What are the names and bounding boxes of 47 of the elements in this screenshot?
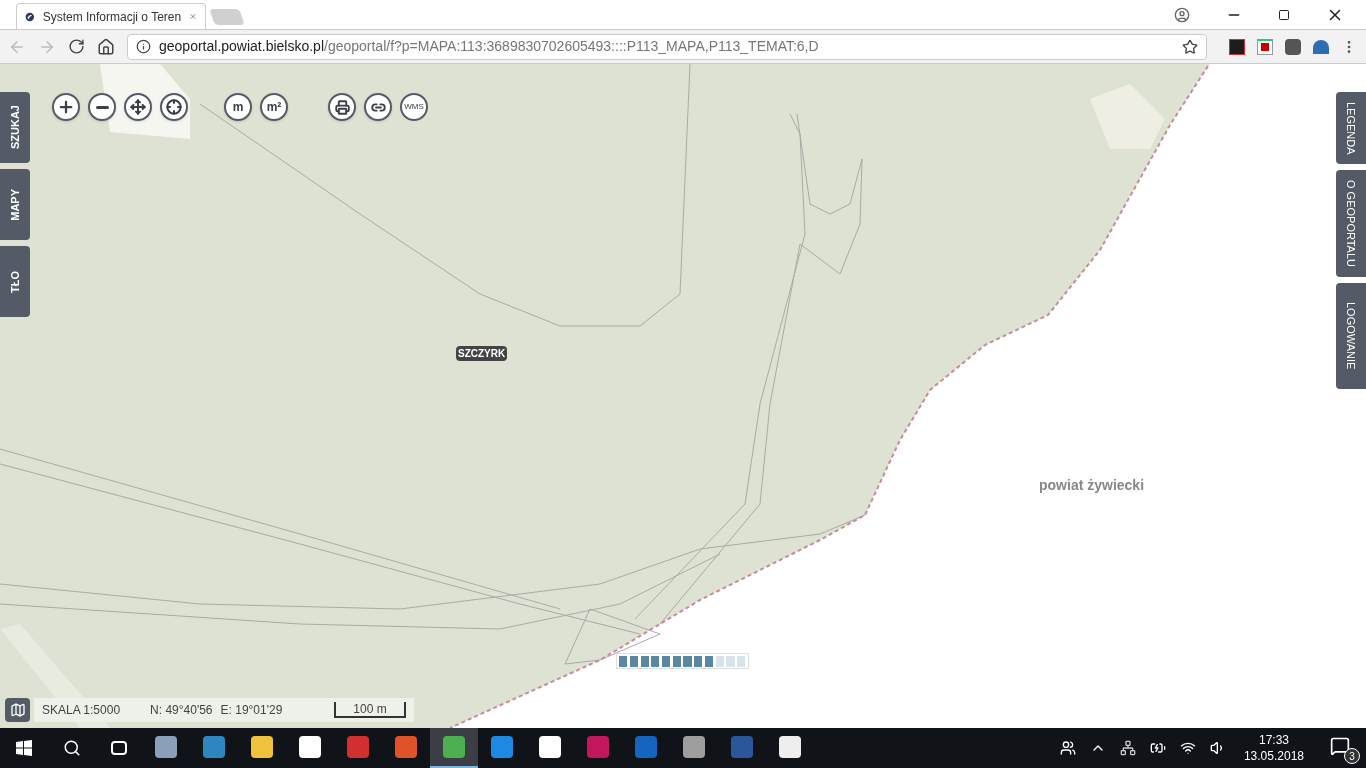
- reload-icon[interactable]: [68, 38, 85, 55]
- link-button[interactable]: [364, 93, 392, 121]
- side-tab[interactable]: O GEOPORTALU: [1336, 170, 1366, 277]
- info-icon[interactable]: [136, 39, 151, 54]
- browser-tab[interactable]: System Informacji o Teren: [16, 3, 206, 29]
- town-label: SZCZYRK: [456, 346, 508, 361]
- crosshair-icon: [166, 99, 182, 115]
- notification-count: 3: [1344, 748, 1360, 764]
- bookmark-star-icon[interactable]: [1182, 38, 1198, 55]
- move-arrows-icon: [130, 99, 146, 115]
- latitude-text: N: 49°40'56: [150, 702, 213, 719]
- minus-icon: [95, 105, 109, 109]
- wifi-icon[interactable]: [1179, 740, 1196, 756]
- url-text: geoportal.powiat.bielsko.pl/geoportal/f?p=MAPA:113:3689830702605493::::P113_MAPA,P113_TEMAT:6,D: [159, 37, 820, 56]
- map-view-button[interactable]: [5, 698, 30, 722]
- notifications-icon[interactable]: [1330, 736, 1350, 756]
- side-tab[interactable]: SZUKAJ: [0, 92, 30, 163]
- zoom-in-button[interactable]: [52, 93, 80, 121]
- side-tab[interactable]: MAPY: [0, 169, 30, 240]
- profile-icon[interactable]: [1174, 6, 1190, 23]
- address-bar[interactable]: geoportal.powiat.bielsko.pl/geoportal/f?p=MAPA:113:3689830702605493::::P113_MAPA,P113_TEMAT:6,D: [127, 33, 1207, 60]
- map-icon: [9, 702, 26, 718]
- tab-title: System Informacji o Teren: [42, 8, 182, 26]
- wms-button[interactable]: WMS: [400, 93, 428, 121]
- clock-date: 13.05.2018: [1243, 748, 1304, 764]
- scale-text: SKALA 1:5000: [42, 702, 121, 719]
- side-tab[interactable]: LEGENDA: [1336, 92, 1366, 164]
- battery-icon[interactable]: [1149, 740, 1166, 756]
- print-button[interactable]: [328, 93, 356, 121]
- home-icon[interactable]: [97, 37, 115, 56]
- side-tab[interactable]: LOGOWANIE: [1336, 283, 1366, 389]
- measure-button[interactable]: m²: [260, 93, 288, 121]
- clock-time: 17:33: [1258, 732, 1289, 748]
- printer-icon: [334, 99, 350, 115]
- plus-icon: [57, 98, 75, 116]
- clock[interactable]: 17:33 13.05.2018: [1239, 732, 1308, 764]
- district-label: powiat żywiecki: [1039, 476, 1145, 495]
- search-icon[interactable]: [63, 739, 81, 757]
- zoom-out-button[interactable]: [88, 93, 116, 121]
- side-tab[interactable]: TŁO: [0, 246, 30, 317]
- people-icon[interactable]: [1059, 740, 1076, 756]
- measure-button[interactable]: m: [224, 93, 252, 121]
- windows-logo-icon: [16, 740, 32, 756]
- task-view-icon[interactable]: [111, 741, 127, 755]
- restore-icon[interactable]: [1278, 8, 1290, 21]
- scale-bar: 100 m: [334, 702, 406, 718]
- longitude-text: E: 19°01'29: [220, 702, 283, 719]
